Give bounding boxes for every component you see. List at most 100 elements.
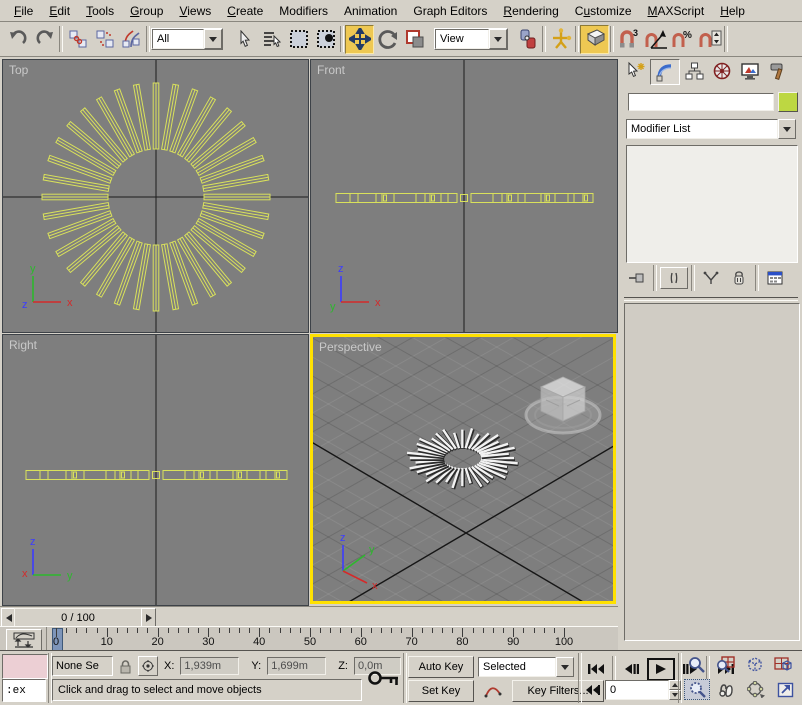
zoom-all-button[interactable] xyxy=(713,655,737,674)
auto-key-button[interactable]: Auto Key xyxy=(408,656,474,678)
menu-rendering[interactable]: Rendering xyxy=(495,2,566,20)
redo-button[interactable] xyxy=(31,26,58,53)
menu-animation[interactable]: Animation xyxy=(336,2,405,20)
selection-filter-dropdown[interactable]: All xyxy=(151,28,223,50)
modifier-stack-list[interactable] xyxy=(626,145,798,263)
menu-create[interactable]: Create xyxy=(219,2,271,20)
ruler-tick xyxy=(320,628,321,633)
viewport-perspective-label[interactable]: Perspective xyxy=(319,340,382,354)
tab-create[interactable] xyxy=(622,59,650,83)
time-slider-handle[interactable]: 0 / 100 xyxy=(14,608,142,627)
viewport-perspective[interactable]: Perspective zyx xyxy=(310,334,616,604)
dropdown-arrow-icon[interactable] xyxy=(489,29,507,49)
menu-help[interactable]: Help xyxy=(712,2,753,20)
x-coordinate-field[interactable]: 1,939m xyxy=(180,657,239,675)
track-bar-ruler[interactable]: 0102030405060708090100 xyxy=(46,627,617,651)
menu-modifiers[interactable]: Modifiers xyxy=(271,2,336,20)
select-and-scale-button[interactable] xyxy=(401,26,428,53)
left-arrow-icon xyxy=(6,614,12,622)
viewport-top[interactable]: Top yxz xyxy=(2,59,309,333)
menu-customize[interactable]: Customize xyxy=(567,2,640,20)
maximize-viewport-toggle-button[interactable] xyxy=(773,680,797,699)
show-end-result-button[interactable] xyxy=(660,267,688,289)
viewport-front-label[interactable]: Front xyxy=(317,63,345,77)
menu-graph-editors[interactable]: Graph Editors xyxy=(405,2,495,20)
macro-recorder-pane[interactable] xyxy=(2,654,48,679)
viewport-front[interactable]: Front zxy xyxy=(310,59,618,333)
menu-edit[interactable]: Edit xyxy=(41,2,78,20)
menu-maxscript[interactable]: MAXScript xyxy=(640,2,713,20)
y-coordinate-field[interactable]: 1,699m xyxy=(267,657,326,675)
zoom-all-icon xyxy=(716,656,735,673)
modifier-list-dropdown[interactable]: Modifier List xyxy=(626,119,796,139)
zoom-button[interactable] xyxy=(684,655,708,674)
tab-utilities[interactable] xyxy=(764,59,792,83)
previous-frame-button[interactable] xyxy=(620,660,644,679)
status-separator xyxy=(578,653,582,703)
ruler-label: 0 xyxy=(53,636,59,648)
viewport-top-label[interactable]: Top xyxy=(9,63,28,77)
dropdown-arrow-icon[interactable] xyxy=(778,119,796,139)
zoom-extents-all-button[interactable] xyxy=(771,655,795,674)
select-and-link-button[interactable] xyxy=(64,26,91,53)
select-and-rotate-button[interactable] xyxy=(374,26,401,53)
configure-modifier-sets-button[interactable] xyxy=(762,268,788,288)
spinner-snap-toggle-button[interactable] xyxy=(696,26,723,53)
region-zoom-button[interactable] xyxy=(684,679,710,700)
selection-lock-toggle[interactable] xyxy=(119,659,132,674)
keyboard-shortcut-override-toggle[interactable] xyxy=(580,25,609,54)
bind-to-space-warp-button[interactable] xyxy=(118,26,145,53)
tab-motion[interactable] xyxy=(708,59,736,83)
open-mini-curve-editor-button[interactable] xyxy=(6,629,42,651)
toolbar-separator xyxy=(754,265,760,291)
menu-tools[interactable]: Tools xyxy=(78,2,122,20)
dropdown-arrow-icon[interactable] xyxy=(556,657,574,677)
zoom-extents-button[interactable] xyxy=(742,655,766,674)
go-to-start-button[interactable] xyxy=(584,660,608,679)
menu-group[interactable]: Group xyxy=(122,2,171,20)
tab-modify[interactable] xyxy=(650,59,680,85)
maxscript-mini-listener[interactable]: :ex xyxy=(2,679,46,702)
absolute-mode-transform-button[interactable] xyxy=(138,656,158,676)
select-by-name-button[interactable] xyxy=(258,26,285,53)
set-key-button[interactable]: Set Key xyxy=(408,680,474,702)
set-keys-button[interactable] xyxy=(366,665,402,691)
track-bar: 0102030405060708090100 xyxy=(0,626,618,650)
key-mode-toggle-button[interactable] xyxy=(584,681,602,700)
select-and-manipulate-button[interactable] xyxy=(547,26,574,53)
viewport-right[interactable]: Right zyx xyxy=(2,334,309,606)
angle-snap-toggle-button[interactable] xyxy=(642,26,669,53)
window-crossing-toggle-button[interactable] xyxy=(312,26,339,53)
pin-stack-button[interactable] xyxy=(624,268,650,288)
svg-text:x: x xyxy=(22,568,28,580)
default-in-out-tangents-button[interactable] xyxy=(478,681,508,701)
next-frame-arrow-button[interactable] xyxy=(141,608,156,627)
tab-hierarchy[interactable] xyxy=(680,59,708,83)
current-frame-spinner[interactable]: 0 xyxy=(605,680,681,700)
remove-modifier-button[interactable] xyxy=(726,268,752,288)
viewport-right-label[interactable]: Right xyxy=(9,338,37,352)
pan-view-button[interactable] xyxy=(715,680,739,699)
play-animation-button[interactable] xyxy=(647,658,675,681)
menu-file[interactable]: File xyxy=(6,2,41,20)
rollout-area[interactable] xyxy=(624,303,800,641)
arc-rotate-button[interactable] xyxy=(744,680,768,699)
select-and-move-button[interactable] xyxy=(345,25,374,54)
rectangular-selection-region-button[interactable] xyxy=(285,26,312,53)
select-object-button[interactable] xyxy=(231,26,258,53)
object-color-swatch[interactable] xyxy=(778,92,798,112)
current-frame-field[interactable]: 0 xyxy=(605,680,669,700)
main-toolbar: All View xyxy=(0,22,802,57)
key-mode-dropdown[interactable]: Selected xyxy=(478,657,574,677)
use-pivot-point-center-button[interactable] xyxy=(514,26,541,53)
object-name-field[interactable] xyxy=(628,93,774,111)
unlink-selection-button[interactable] xyxy=(91,26,118,53)
make-unique-button[interactable] xyxy=(698,268,724,288)
tab-display[interactable] xyxy=(736,59,764,83)
snaps-toggle-button[interactable]: 3 xyxy=(615,26,642,53)
dropdown-arrow-icon[interactable] xyxy=(204,29,222,49)
undo-button[interactable] xyxy=(4,26,31,53)
menu-views[interactable]: Views xyxy=(171,2,219,20)
percent-snap-toggle-button[interactable]: % xyxy=(669,26,696,53)
reference-coordinate-system-dropdown[interactable]: View xyxy=(434,28,508,50)
